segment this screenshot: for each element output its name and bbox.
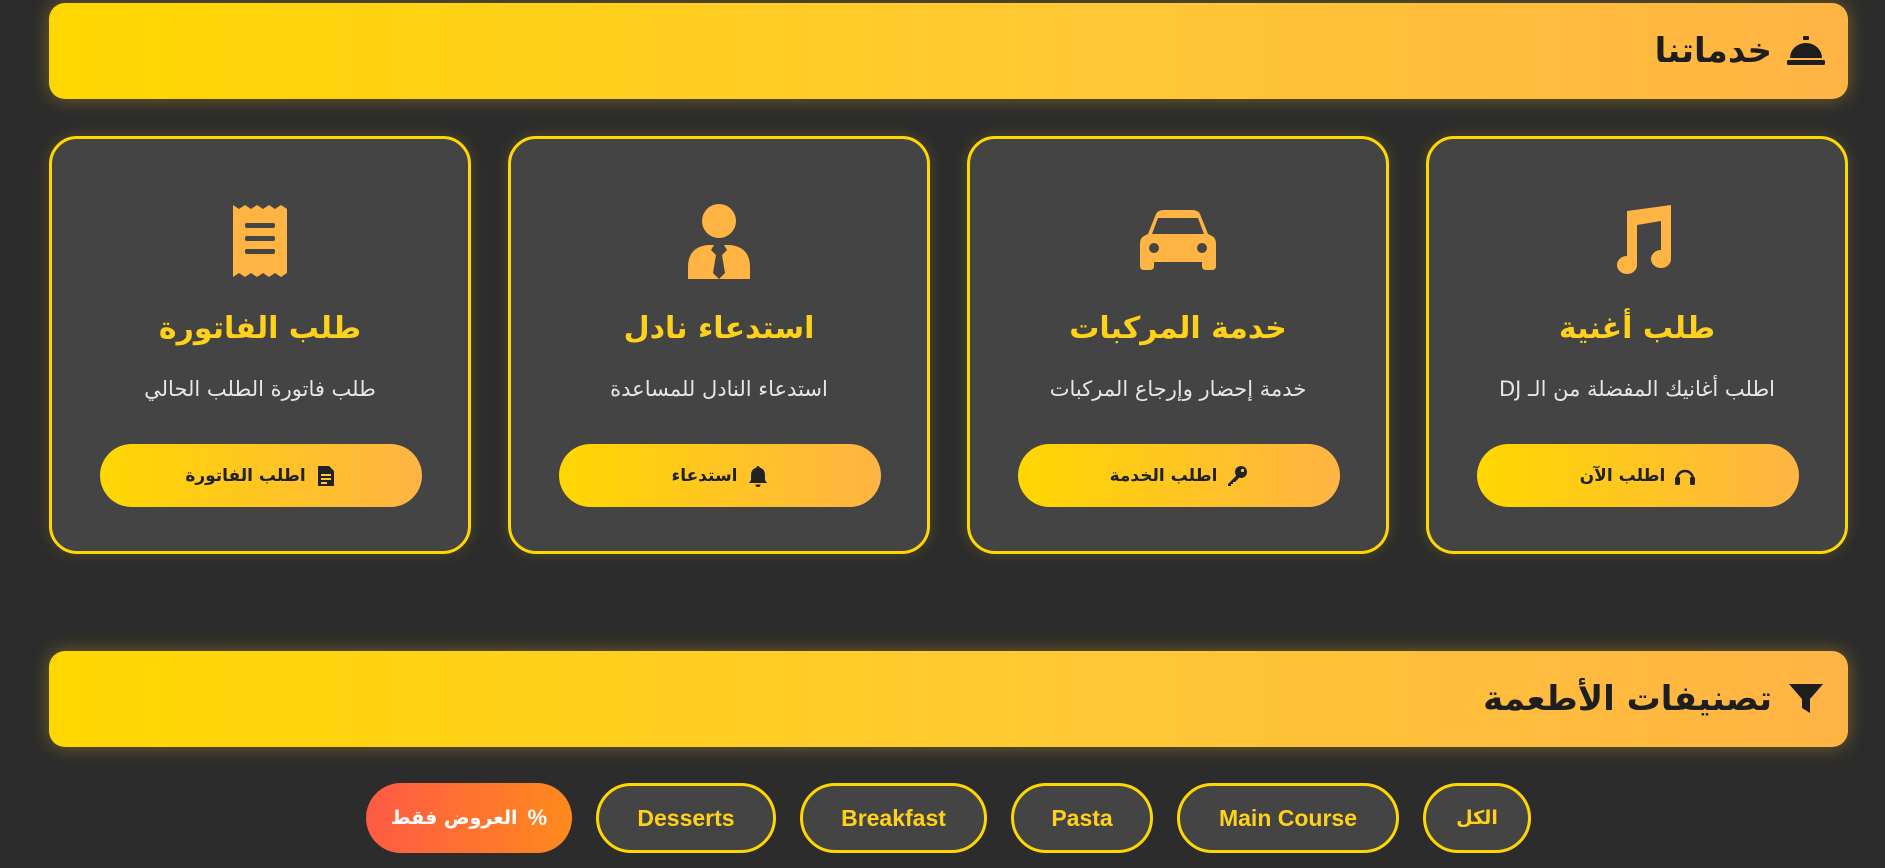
filter-label: Main Course <box>1218 804 1358 831</box>
card-title: طلب الفاتورة <box>158 311 362 346</box>
service-card-song: طلب أغنية اطلب أغانيك المفضلة من الـ DJ … <box>1426 136 1848 554</box>
service-card-valet: خدمة المركبات خدمة إحضار وإرجاع المركبات… <box>967 136 1389 554</box>
request-invoice-button[interactable]: اطلب الفاتورة <box>100 444 422 507</box>
service-card-waiter: استدعاء نادل استدعاء النادل للمساعدة است… <box>508 136 930 554</box>
card-description: خدمة إحضار وإرجاع المركبات <box>1049 377 1307 401</box>
services-section-header: خدماتنا <box>49 3 1848 99</box>
card-title: استدعاء نادل <box>623 311 815 346</box>
card-description: طلب فاتورة الطلب الحالي <box>144 377 376 401</box>
filter-label: Desserts <box>637 804 735 831</box>
filter-label: العروض فقط <box>390 807 518 829</box>
button-label: اطلب الفاتورة <box>185 465 306 486</box>
filter-breakfast[interactable]: Breakfast <box>800 783 987 853</box>
key-icon <box>1226 465 1248 487</box>
card-description: استدعاء النادل للمساعدة <box>610 377 828 401</box>
music-icon <box>1429 201 1845 281</box>
headphones-icon <box>1674 465 1696 487</box>
button-label: اطلب الخدمة <box>1109 465 1218 486</box>
percent-icon: % <box>527 805 548 830</box>
call-waiter-button[interactable]: استدعاء <box>559 444 881 507</box>
waiter-icon <box>511 201 927 281</box>
filter-icon <box>1786 679 1826 719</box>
filter-label: Breakfast <box>841 804 946 831</box>
card-description: اطلب أغانيك المفضلة من الـ DJ <box>1498 377 1775 401</box>
invoice-icon <box>315 465 337 487</box>
service-card-invoice: طلب الفاتورة طلب فاتورة الطلب الحالي اطل… <box>49 136 471 554</box>
categories-title: تصنيفات الأطعمة <box>1483 679 1772 719</box>
bell-icon <box>747 465 769 487</box>
button-label: اطلب الآن <box>1579 465 1666 486</box>
filter-all[interactable]: الكل <box>1423 783 1531 853</box>
receipt-icon <box>52 201 468 281</box>
filter-main-course[interactable]: Main Course <box>1177 783 1399 853</box>
request-song-button[interactable]: اطلب الآن <box>1477 444 1799 507</box>
filter-pasta[interactable]: Pasta <box>1011 783 1153 853</box>
filter-desserts[interactable]: Desserts <box>596 783 776 853</box>
card-title: طلب أغنية <box>1558 311 1716 346</box>
services-title: خدماتنا <box>1654 31 1772 71</box>
filter-offers-only[interactable]: % العروض فقط <box>366 783 572 853</box>
categories-section-header: تصنيفات الأطعمة <box>49 651 1848 747</box>
car-icon <box>970 201 1386 281</box>
filter-label: الكل <box>1456 807 1498 829</box>
card-title: خدمة المركبات <box>1069 311 1287 346</box>
filter-label: Pasta <box>1051 804 1113 831</box>
button-label: استدعاء <box>671 465 738 486</box>
request-valet-button[interactable]: اطلب الخدمة <box>1018 444 1340 507</box>
concierge-bell-icon <box>1786 31 1826 71</box>
